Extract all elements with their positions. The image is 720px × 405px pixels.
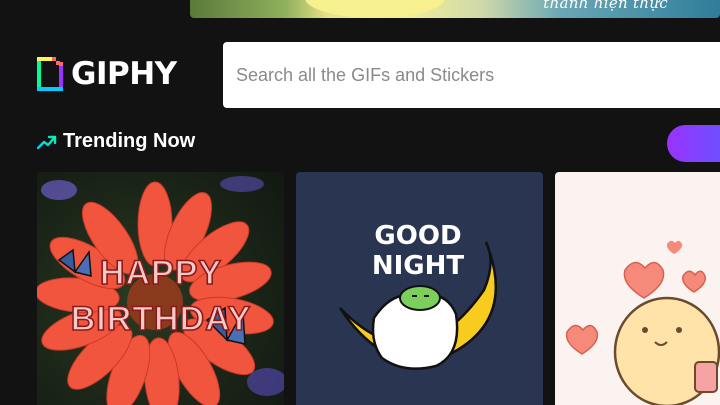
gif-tile-cute-sticker[interactable]	[555, 172, 720, 405]
header: GIPHY	[0, 34, 720, 118]
heart-icon	[565, 324, 599, 355]
trending-header[interactable]: Trending Now	[37, 130, 195, 153]
ad-strip: thành hiện thực	[0, 0, 720, 34]
ad-sun-shape	[305, 0, 445, 18]
gif-caption-line2: NIGHT	[372, 251, 465, 281]
heart-icon	[623, 261, 665, 299]
gif-tile-good-night[interactable]: GOOD NIGHT	[296, 172, 543, 405]
logo-text: GIPHY	[71, 56, 177, 92]
clips-pill-button[interactable]	[667, 125, 720, 162]
gif-image: HAPPY BIRTHDAY	[37, 176, 284, 405]
gif-caption-line2: BIRTHDAY	[71, 300, 252, 338]
ad-text: thành hiện thực	[543, 0, 668, 12]
trending-title: Trending Now	[63, 130, 196, 152]
gif-caption-line1: GOOD	[374, 221, 461, 251]
giphy-page: thành hiện thực GIPHY Search all the GIF…	[0, 0, 720, 405]
heart-icon	[666, 240, 683, 254]
heart-icon	[681, 270, 707, 293]
gif-tile-happy-birthday[interactable]: HAPPY BIRTHDAY	[37, 172, 284, 405]
gif-image: GOOD NIGHT	[338, 221, 498, 370]
ad-banner[interactable]: thành hiện thực	[190, 0, 720, 18]
search-input[interactable]	[223, 42, 720, 108]
trending-up-icon	[37, 135, 57, 149]
gif-caption-line1: HAPPY	[100, 254, 222, 292]
giphy-logo-icon	[37, 57, 63, 91]
giphy-logo[interactable]: GIPHY	[37, 56, 177, 92]
search-bar[interactable]	[223, 42, 720, 108]
gif-image	[565, 240, 720, 405]
